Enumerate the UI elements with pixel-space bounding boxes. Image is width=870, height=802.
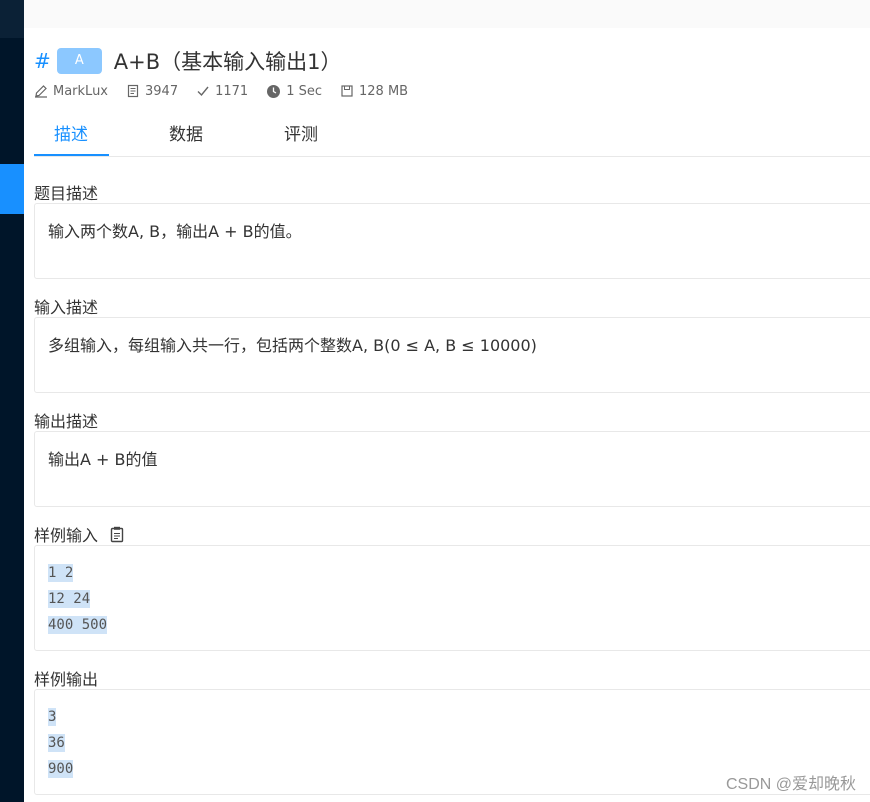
sidebar bbox=[0, 0, 24, 802]
code-line: 400 500 bbox=[48, 616, 108, 634]
description-panel: 输入两个数A, B，输出A + B的值。 bbox=[34, 203, 870, 279]
sample-input-panel[interactable]: 1 2 12 24 400 500 bbox=[34, 545, 870, 651]
edit-icon bbox=[35, 85, 47, 98]
sample-output-code: 3 36 900 bbox=[48, 704, 74, 782]
code-line: 36 bbox=[48, 734, 65, 752]
file-icon bbox=[127, 84, 139, 98]
output-title: 输出描述 bbox=[34, 412, 99, 431]
accepted-count: 1171 bbox=[215, 83, 249, 99]
time-limit: 1 Sec bbox=[286, 83, 323, 99]
code-line: 12 24 bbox=[48, 590, 91, 608]
author-name: MarkLux bbox=[53, 83, 109, 99]
problem-title-row: # A A+B（基本输入输出1） bbox=[34, 46, 342, 76]
meta-memory-limit: 128 MB bbox=[340, 84, 408, 99]
tab-data[interactable]: 数据 bbox=[169, 120, 203, 150]
input-text: 多组输入，每组输入共一行，包括两个整数A, B(0 ≤ A, B ≤ 10000… bbox=[48, 336, 537, 355]
code-line: 900 bbox=[48, 760, 74, 778]
meta-time-limit: 1 Sec bbox=[266, 84, 322, 99]
code-line: 1 2 bbox=[48, 564, 74, 582]
output-text: 输出A + B的值 bbox=[48, 450, 158, 469]
problem-id-badge: A bbox=[56, 48, 102, 74]
submissions-count: 3947 bbox=[145, 83, 179, 99]
sample-input-title: 样例输入 bbox=[34, 526, 99, 545]
tab-bar: 描述 数据 评测 bbox=[34, 112, 870, 157]
save-icon bbox=[341, 85, 353, 97]
meta-author[interactable]: MarkLux bbox=[34, 84, 108, 99]
problem-meta: MarkLux 3947 1171 1 Sec 128 MB bbox=[34, 82, 426, 100]
csdn-watermark: CSDN @爱却晚秋 bbox=[725, 776, 856, 793]
description-text: 输入两个数A, B，输出A + B的值。 bbox=[48, 222, 302, 241]
output-panel: 输出A + B的值 bbox=[34, 431, 870, 507]
top-header-bar bbox=[24, 0, 870, 28]
hash-symbol: # bbox=[34, 49, 51, 73]
tab-description[interactable]: 描述 bbox=[54, 120, 88, 150]
sample-input-header: 样例输入 bbox=[34, 522, 124, 546]
meta-accepted: 1171 bbox=[196, 84, 248, 99]
sidebar-header bbox=[0, 0, 24, 38]
tab-judge[interactable]: 评测 bbox=[284, 120, 318, 150]
sidebar-active-item[interactable] bbox=[0, 164, 24, 214]
sample-input-code: 1 2 12 24 400 500 bbox=[48, 560, 108, 638]
copy-icon[interactable] bbox=[110, 526, 124, 543]
meta-submissions: 3947 bbox=[126, 84, 178, 99]
description-title: 题目描述 bbox=[34, 184, 99, 203]
input-title: 输入描述 bbox=[34, 298, 99, 317]
clock-icon bbox=[267, 84, 281, 98]
memory-limit: 128 MB bbox=[359, 83, 409, 99]
input-panel: 多组输入，每组输入共一行，包括两个整数A, B(0 ≤ A, B ≤ 10000… bbox=[34, 317, 870, 393]
active-tab-underline bbox=[34, 154, 109, 156]
problem-title: A+B（基本输入输出1） bbox=[113, 50, 342, 74]
sample-output-title: 样例输出 bbox=[34, 670, 99, 689]
check-icon bbox=[197, 86, 209, 97]
code-line: 3 bbox=[48, 708, 57, 726]
